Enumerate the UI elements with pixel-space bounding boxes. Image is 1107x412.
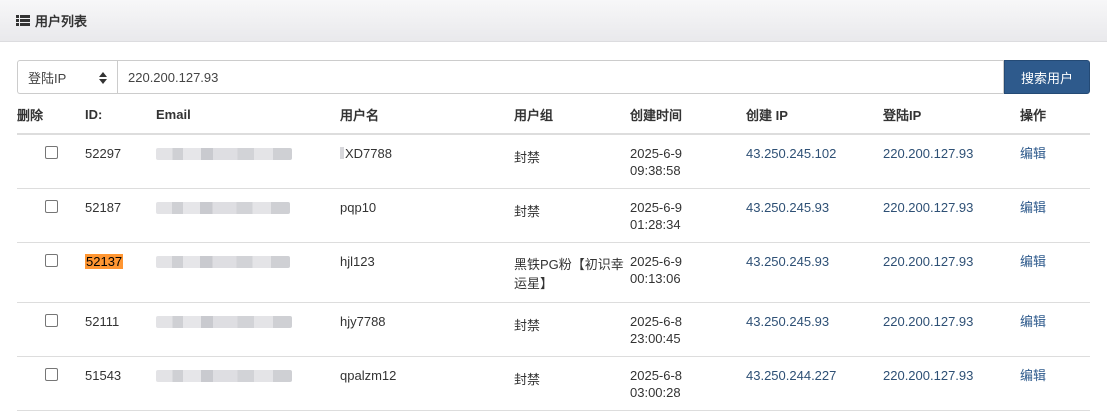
user-id: 52187: [85, 199, 122, 215]
delete-checkbox[interactable]: [44, 253, 58, 267]
edit-link[interactable]: 编辑: [1020, 254, 1046, 269]
create-ip: 43.250.245.93: [746, 199, 830, 215]
table-row: 52137 hjl123 黑铁PG粉【初识幸运星】 2025-6-9 00:13:…: [17, 242, 1090, 303]
created-date: 2025-6-8: [630, 367, 683, 383]
created-date: 2025-6-9: [630, 146, 683, 161]
user-group: 黑铁PG粉【初识幸运星】: [514, 256, 624, 291]
user-group: 封禁: [514, 150, 541, 165]
search-field-select[interactable]: 登陆IP: [17, 60, 117, 94]
create-ip: 43.250.245.93: [746, 253, 830, 269]
user-group: 封禁: [514, 317, 541, 333]
col-header-email[interactable]: Email: [156, 96, 340, 135]
search-users-button[interactable]: 搜索用户: [1004, 60, 1090, 94]
created-time: 03:00:28: [630, 384, 681, 400]
search-input[interactable]: [117, 60, 1004, 94]
created-time: 09:38:58: [630, 163, 681, 178]
table-row: 51543 qpalzm12 封禁 2025-6-8 03:00:28 43.25…: [17, 356, 1090, 411]
delete-checkbox[interactable]: [44, 199, 58, 213]
username: hjy7788: [340, 313, 386, 329]
col-header-create-ip[interactable]: 创建 IP: [746, 96, 883, 135]
delete-checkbox[interactable]: [44, 313, 58, 327]
page-title: 用户列表: [35, 14, 88, 29]
user-group: 封禁: [514, 203, 541, 219]
email-redacted: [156, 369, 292, 382]
email-redacted: [156, 255, 290, 268]
col-header-login-ip[interactable]: 登陆IP: [883, 96, 1020, 135]
edit-link[interactable]: 编辑: [1020, 314, 1046, 329]
email-redacted: [156, 201, 290, 214]
login-ip: 220.200.127.93: [883, 313, 974, 329]
created-date: 2025-6-8: [630, 313, 683, 329]
login-ip: 220.200.127.93: [883, 253, 974, 269]
user-id: 52297: [85, 146, 122, 161]
user-id: 52111: [85, 313, 120, 329]
delete-checkbox[interactable]: [44, 146, 58, 159]
col-header-created-time[interactable]: 创建时间: [630, 96, 746, 135]
table-row: 52297 XD7788 封禁 2025-6-9 09:38:58 43.250.…: [17, 134, 1090, 189]
delete-checkbox[interactable]: [44, 367, 58, 381]
email-redacted: [156, 148, 292, 160]
username-redacted: [340, 147, 344, 159]
col-header-username[interactable]: 用户名: [340, 96, 514, 135]
edit-link[interactable]: 编辑: [1020, 146, 1046, 161]
username: pqp10: [340, 199, 377, 215]
edit-link[interactable]: 编辑: [1020, 200, 1046, 215]
search-bar: 登陆IP 搜索用户: [17, 60, 1090, 94]
created-time: 00:13:06: [630, 270, 681, 286]
search-field-selected: 登陆IP: [28, 70, 67, 86]
user-id: 51543: [85, 367, 122, 383]
col-header-group[interactable]: 用户组: [514, 96, 630, 135]
login-ip: 220.200.127.93: [883, 367, 974, 383]
panel-header: 用户列表: [0, 0, 1107, 42]
username: qpalzm12: [340, 367, 397, 383]
created-date: 2025-6-9: [630, 253, 683, 269]
create-ip: 43.250.245.102: [746, 146, 837, 161]
col-header-delete: 删除: [17, 96, 85, 135]
col-header-id[interactable]: ID:: [85, 96, 156, 135]
created-time: 23:00:45: [630, 330, 681, 346]
table-row: 52111 hjy7788 封禁 2025-6-8 23:00:45 43.250…: [17, 302, 1090, 357]
col-header-action: 操作: [1020, 96, 1090, 135]
created-time: 01:28:34: [630, 216, 681, 232]
list-icon: [16, 15, 30, 26]
create-ip: 43.250.245.93: [746, 313, 830, 329]
username: XD7788: [345, 146, 392, 161]
user-group: 封禁: [514, 371, 541, 387]
login-ip: 220.200.127.93: [883, 146, 974, 161]
users-table: 删除 ID: Email 用户名 用户组 创建时间 创建 IP 登陆IP 操作 …: [17, 96, 1090, 411]
table-header-row: 删除 ID: Email 用户名 用户组 创建时间 创建 IP 登陆IP 操作: [17, 96, 1090, 135]
edit-link[interactable]: 编辑: [1020, 368, 1046, 383]
select-arrows-icon: [99, 72, 107, 84]
email-redacted: [156, 315, 292, 328]
user-id-highlighted: 52137: [85, 253, 124, 269]
table-row: 52187 pqp10 封禁 2025-6-9 01:28:34 43.250.2…: [17, 188, 1090, 243]
login-ip: 220.200.127.93: [883, 199, 974, 215]
create-ip: 43.250.244.227: [746, 367, 837, 383]
created-date: 2025-6-9: [630, 199, 683, 215]
username: hjl123: [340, 253, 375, 269]
